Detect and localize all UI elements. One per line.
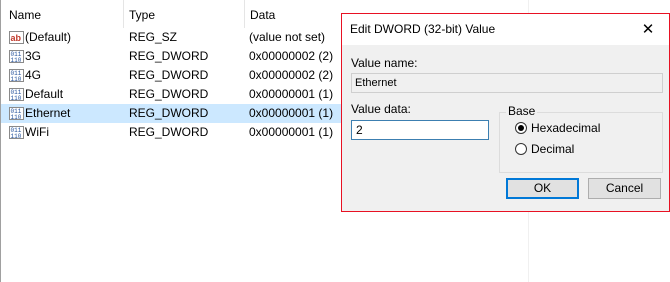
row-name: Default bbox=[25, 87, 64, 101]
row-type: REG_DWORD bbox=[129, 49, 209, 63]
hexadecimal-radio[interactable] bbox=[515, 122, 527, 134]
value-name-field: Ethernet bbox=[351, 73, 663, 93]
binary-value-icon: 011 110 bbox=[9, 107, 24, 121]
row-data: 0x00000002 (2) bbox=[249, 49, 334, 63]
dialog-title: Edit DWORD (32-bit) Value bbox=[350, 22, 496, 36]
row-name: (Default) bbox=[25, 30, 72, 44]
row-data: 0x00000001 (1) bbox=[249, 125, 334, 139]
row-type: REG_DWORD bbox=[129, 125, 209, 139]
row-data: 0x00000002 (2) bbox=[249, 68, 334, 82]
row-name: WiFi bbox=[25, 125, 49, 139]
base-label: Base bbox=[506, 104, 538, 118]
radio-selected-dot bbox=[518, 125, 524, 131]
column-header-type[interactable]: Type bbox=[123, 0, 244, 28]
value-data-label: Value data: bbox=[351, 102, 411, 116]
column-header-name[interactable]: Name bbox=[0, 0, 123, 28]
value-data-input[interactable]: 2 bbox=[351, 120, 489, 140]
binary-value-icon: 011 110 bbox=[9, 50, 24, 64]
row-name: 4G bbox=[25, 68, 42, 82]
row-type: REG_DWORD bbox=[129, 87, 209, 101]
row-data: (value not set) bbox=[249, 30, 326, 44]
value-name-label: Value name: bbox=[351, 56, 418, 70]
row-name: Ethernet bbox=[25, 106, 71, 120]
dialog-title-bar[interactable]: Edit DWORD (32-bit) Value ✕ bbox=[342, 14, 669, 45]
decimal-radio[interactable] bbox=[515, 143, 527, 155]
row-name: 3G bbox=[25, 49, 42, 63]
edit-dword-dialog: Edit DWORD (32-bit) Value ✕ Value name: … bbox=[341, 13, 670, 212]
binary-value-icon: 011 110 bbox=[9, 88, 24, 102]
close-icon[interactable]: ✕ bbox=[633, 14, 663, 45]
decimal-label[interactable]: Decimal bbox=[531, 142, 574, 156]
svg-text:110: 110 bbox=[11, 57, 22, 64]
svg-text:110: 110 bbox=[11, 76, 22, 83]
cancel-button[interactable]: Cancel bbox=[588, 178, 661, 199]
row-type: REG_DWORD bbox=[129, 106, 209, 120]
hexadecimal-label[interactable]: Hexadecimal bbox=[531, 121, 600, 135]
row-type: REG_DWORD bbox=[129, 68, 209, 82]
row-data: 0x00000001 (1) bbox=[249, 87, 334, 101]
string-value-icon: ab bbox=[9, 31, 24, 44]
binary-value-icon: 011 110 bbox=[9, 69, 24, 83]
svg-text:110: 110 bbox=[11, 133, 22, 140]
svg-text:ab: ab bbox=[11, 33, 22, 43]
binary-value-icon: 011 110 bbox=[9, 126, 24, 140]
svg-text:110: 110 bbox=[11, 114, 22, 121]
row-data: 0x00000001 (1) bbox=[249, 106, 334, 120]
row-type: REG_SZ bbox=[129, 30, 178, 44]
ok-button[interactable]: OK bbox=[506, 178, 579, 199]
svg-text:110: 110 bbox=[11, 95, 22, 102]
